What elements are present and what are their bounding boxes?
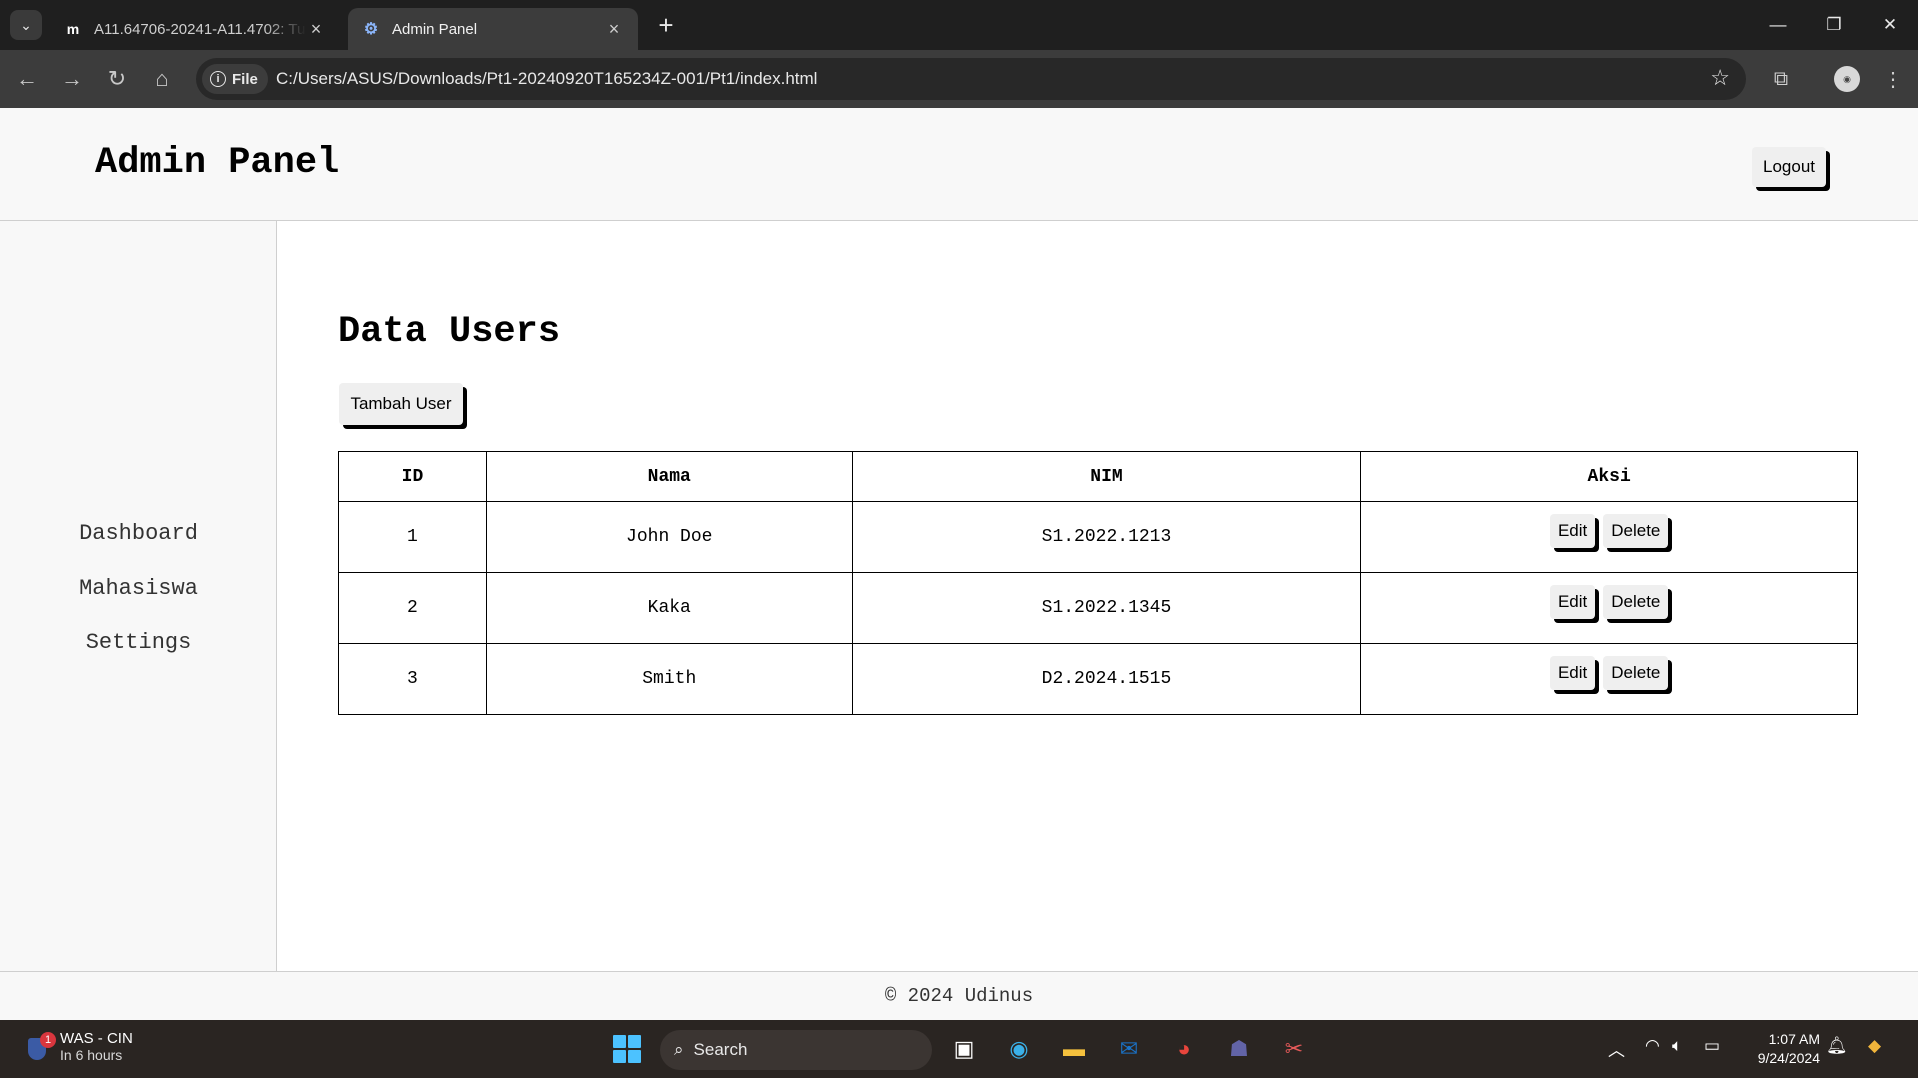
delete-button[interactable]: Delete <box>1603 585 1669 619</box>
table-header-row: ID Nama NIM Aksi <box>338 451 1858 502</box>
scheme-label: File <box>232 70 258 88</box>
restore-icon[interactable]: ❐ <box>1806 0 1862 50</box>
reload-icon[interactable]: ↻ <box>102 64 132 94</box>
taskbar-search[interactable]: ⌕ Search <box>660 1030 932 1070</box>
edit-button[interactable]: Edit <box>1549 656 1596 690</box>
close-tab-icon[interactable]: × <box>604 19 624 40</box>
widget-subtitle: In 6 hours <box>60 1047 123 1063</box>
back-icon[interactable]: ← <box>12 64 42 94</box>
notifications-bell-icon[interactable]: 🔔︎ <box>1826 1036 1848 1056</box>
battery-icon[interactable]: ▭ <box>1704 1036 1720 1056</box>
wifi-icon[interactable]: ◠ <box>1645 1036 1660 1056</box>
start-icon[interactable] <box>610 1032 644 1066</box>
main-content: Data Users Tambah User ID Nama NIM Aksi … <box>277 221 1918 971</box>
info-icon: i <box>210 71 226 87</box>
table-row: 2 Kaka S1.2022.1345 Edit Delete <box>338 572 1858 644</box>
edit-button[interactable]: Edit <box>1549 585 1596 619</box>
system-clock[interactable]: 1:07 AM 9/24/2024 <box>1736 1030 1820 1068</box>
sidebar-item-mahasiswa[interactable]: Mahasiswa <box>0 576 277 601</box>
page-title: Data Users <box>338 311 561 353</box>
close-tab-icon[interactable]: × <box>306 19 326 40</box>
cell-nama: John Doe <box>485 501 853 573</box>
outlook-icon[interactable]: ✉ <box>1112 1032 1146 1066</box>
clock-date: 9/24/2024 <box>1757 1050 1820 1066</box>
avatar-icon: ◉ <box>1834 66 1860 92</box>
cell-nim: D2.2024.1515 <box>851 643 1362 715</box>
cell-id: 2 <box>338 572 487 644</box>
file-explorer-icon[interactable]: ▬ <box>1057 1032 1091 1066</box>
cell-actions: Edit Delete <box>1360 572 1858 644</box>
cell-nama: Smith <box>485 643 853 715</box>
extensions-icon[interactable]: ⧉ <box>1766 64 1796 94</box>
add-user-button[interactable]: Tambah User <box>339 383 463 425</box>
browser-toolbar: ← → ↻ ⌂ i File C:/Users/ASUS/Downloads/P… <box>0 50 1918 108</box>
sidebar-item-dashboard[interactable]: Dashboard <box>0 521 277 546</box>
site-info-chip[interactable]: i File <box>202 64 268 94</box>
chevron-down-icon: ⌄ <box>20 16 32 33</box>
volume-icon[interactable]: 🔈︎ <box>1672 1036 1682 1056</box>
notification-badge: 1 <box>40 1031 56 1048</box>
snipping-tool-icon[interactable]: ✂ <box>1277 1032 1311 1066</box>
sidebar-item-settings[interactable]: Settings <box>0 630 277 655</box>
address-bar[interactable]: i File C:/Users/ASUS/Downloads/Pt1-20240… <box>196 58 1746 100</box>
column-header-id: ID <box>338 451 487 502</box>
sidebar: Dashboard Mahasiswa Settings <box>0 221 277 971</box>
table-row: 1 John Doe S1.2022.1213 Edit Delete <box>338 501 1858 573</box>
cell-id: 1 <box>338 501 487 573</box>
windows-taskbar: 1 WAS - CIN In 6 hours ⌕ Search ▣ ◉ ▬ ✉ … <box>0 1020 1918 1078</box>
chrome-icon[interactable]: ◕ <box>1167 1032 1201 1066</box>
moodle-favicon-icon: m <box>66 21 80 37</box>
users-table: ID Nama NIM Aksi 1 John Doe S1.2022.1213… <box>338 451 1858 715</box>
teams-icon[interactable]: ☗ <box>1222 1032 1256 1066</box>
tab-title: A11.64706-20241-A11.4702: Tu <box>94 20 306 38</box>
edit-button[interactable]: Edit <box>1549 514 1596 548</box>
tab-admin-panel[interactable]: ⚙ Admin Panel × <box>348 8 638 50</box>
gear-favicon-icon: ⚙ <box>363 21 379 38</box>
copilot-icon[interactable]: ◆ <box>1868 1036 1881 1056</box>
widget-title: WAS - CIN <box>60 1030 133 1047</box>
weather-widget[interactable]: 1 WAS - CIN In 6 hours <box>26 1030 133 1063</box>
close-window-icon[interactable]: ✕ <box>1862 0 1918 50</box>
column-header-aksi: Aksi <box>1360 451 1858 502</box>
page-footer: © 2024 Udinus <box>0 971 1918 1020</box>
cell-nim: S1.2022.1213 <box>851 501 1362 573</box>
bookmark-star-icon[interactable]: ☆ <box>1710 65 1730 91</box>
search-label: Search <box>693 1040 748 1059</box>
cell-nim: S1.2022.1345 <box>851 572 1362 644</box>
url-text[interactable]: C:/Users/ASUS/Downloads/Pt1-20240920T165… <box>276 69 817 89</box>
menu-kebab-icon[interactable]: ⋮ <box>1878 64 1908 94</box>
cell-actions: Edit Delete <box>1360 501 1858 573</box>
delete-button[interactable]: Delete <box>1603 514 1669 548</box>
minimize-icon[interactable]: — <box>1750 0 1806 50</box>
sports-score-icon: 1 <box>26 1031 56 1060</box>
brand-title: Admin Panel <box>95 142 340 184</box>
cell-id: 3 <box>338 643 487 715</box>
page-header: Admin Panel Logout <box>0 108 1918 221</box>
browser-tab-strip: ⌄ m A11.64706-20241-A11.4702: Tu × ⚙ Adm… <box>0 0 1918 50</box>
column-header-nama: Nama <box>485 451 853 502</box>
column-header-nim: NIM <box>851 451 1362 502</box>
cell-actions: Edit Delete <box>1360 643 1858 715</box>
show-hidden-icons-icon[interactable]: ︿ <box>1608 1036 1625 1061</box>
cell-nama: Kaka <box>485 572 853 644</box>
tab-title: Admin Panel <box>392 20 478 38</box>
admin-page: Admin Panel Logout Dashboard Mahasiswa S… <box>0 108 1918 1020</box>
clock-time: 1:07 AM <box>1768 1031 1820 1047</box>
tab-search-button[interactable]: ⌄ <box>10 10 42 40</box>
delete-button[interactable]: Delete <box>1603 656 1669 690</box>
edge-browser-icon[interactable]: ◉ <box>1002 1032 1036 1066</box>
tab-course[interactable]: m A11.64706-20241-A11.4702: Tu × <box>50 8 340 50</box>
search-icon: ⌕ <box>674 1040 684 1059</box>
profile-avatar[interactable]: ◉ <box>1832 64 1862 94</box>
table-row: 3 Smith D2.2024.1515 Edit Delete <box>338 643 1858 715</box>
new-tab-button[interactable]: + <box>652 12 680 40</box>
forward-icon[interactable]: → <box>57 64 87 94</box>
task-view-icon[interactable]: ▣ <box>947 1032 981 1066</box>
logout-button[interactable]: Logout <box>1752 147 1826 187</box>
home-icon[interactable]: ⌂ <box>147 64 177 94</box>
